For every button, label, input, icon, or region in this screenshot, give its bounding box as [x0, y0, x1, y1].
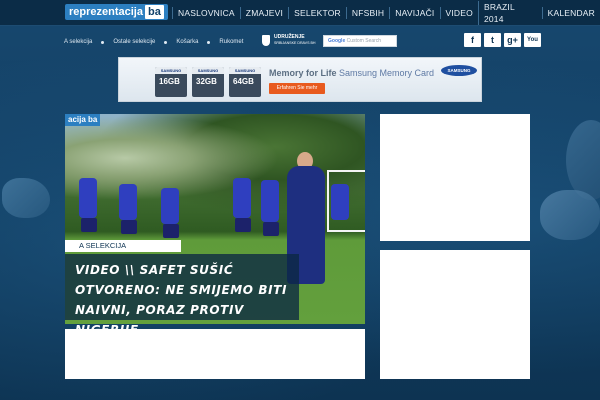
nav-item-zmajevi[interactable]: ZMAJEVI [239, 7, 288, 19]
sidebar-widget-box [380, 114, 530, 241]
facebook-icon[interactable]: f [464, 33, 481, 47]
banner-title-sub: Samsung Memory Card [339, 68, 435, 78]
card-brand: SAMSUNG [192, 67, 224, 74]
separator-dot [101, 40, 105, 44]
nav-item-kalendar[interactable]: KALENDAR [541, 7, 600, 19]
shield-icon [262, 34, 270, 46]
search-input[interactable]: Google Custom Search [323, 35, 397, 47]
card-capacity: 16GB [159, 77, 180, 86]
memory-card-16gb: SAMSUNG 16GB [155, 67, 187, 97]
feature-watermark-logo: acija ba [65, 114, 101, 126]
twitter-icon[interactable]: t [484, 33, 501, 47]
nav-item-navijaci[interactable]: NAVIJAČI [389, 7, 439, 19]
separator-dot [207, 40, 211, 44]
nav-item-brazil-2014[interactable]: BRAZIL 2014 [477, 1, 542, 25]
memory-card-64gb: SAMSUNG 64GB [229, 67, 261, 97]
site-logo[interactable]: reprezentacija ba [65, 4, 168, 20]
udruzenje-label: UDRUŽENJE SRBIJANSKE DRAVS BH [274, 34, 315, 46]
category-badge[interactable]: A SELEKCIJA [65, 240, 181, 252]
top-navigation-bar: reprezentacija ba NASLOVNICA ZMAJEVI SEL… [0, 0, 600, 26]
udruzenje-subtitle: SRBIJANSKE DRAVS BH [274, 41, 316, 45]
nav-item-nfsbih[interactable]: NFSBIH [345, 7, 389, 19]
sidebar-widget-box [380, 250, 530, 379]
nav-item-naslovnica[interactable]: NASLOVNICA [172, 7, 240, 19]
memory-card-32gb: SAMSUNG 32GB [192, 67, 224, 97]
feature-headline[interactable]: VIDEO \\ SAFET SUŠIĆ OTVORENO: NE SMIJEM… [65, 254, 299, 337]
feature-image-shorts [163, 224, 179, 238]
logo-suffix-text: ba [144, 5, 164, 19]
google-plus-icon[interactable]: g+ [504, 33, 521, 47]
logo-main-text: reprezentacija [69, 6, 143, 18]
nav-item-selektor[interactable]: SELEKTOR [288, 7, 346, 19]
nav-item-video[interactable]: VIDEO [439, 7, 478, 19]
main-navigation: NASLOVNICA ZMAJEVI SELEKTOR NFSBIH NAVIJ… [172, 0, 600, 26]
card-brand: SAMSUNG [229, 67, 261, 74]
udruzenje-link[interactable]: UDRUŽENJE SRBIJANSKE DRAVS BH [262, 33, 315, 47]
feature-image-shorts [235, 218, 251, 232]
background-player-hand [2, 178, 50, 218]
search-brand: Google [328, 38, 346, 44]
subnav-item-kosarka[interactable]: Košarka [176, 39, 198, 45]
samsung-logo: SAMSUNG [441, 65, 477, 76]
advertisement-banner[interactable]: SAMSUNG 16GB SAMSUNG 32GB SAMSUNG 64GB M… [118, 57, 482, 102]
card-capacity: 64GB [233, 77, 254, 86]
feature-image-player [161, 188, 179, 224]
feature-image-player [119, 184, 137, 220]
subnav-item-rukomet[interactable]: Rukomet [219, 39, 243, 45]
content-placeholder-box [65, 329, 365, 379]
banner-cta-button[interactable]: Erfahren Sie mehr [269, 83, 325, 94]
feature-image-player [233, 178, 251, 218]
banner-title: Memory for Life Samsung Memory Card [269, 68, 434, 78]
subnav-item-ostale-selekcije[interactable]: Ostale selekcije [113, 39, 155, 45]
card-capacity: 32GB [196, 77, 217, 86]
social-links: f t g+ You [464, 33, 541, 47]
feature-image-shorts [81, 218, 97, 232]
feature-image-shorts [263, 222, 279, 236]
feature-image-player [331, 184, 349, 220]
card-brand: SAMSUNG [155, 67, 187, 74]
search-placeholder: Custom Search [346, 38, 382, 44]
banner-title-main: Memory for Life [269, 68, 337, 78]
subnav-item-a-selekcija[interactable]: A selekcija [64, 39, 92, 45]
separator-dot [164, 40, 168, 44]
background-player-hands [540, 190, 600, 240]
sub-navigation: A selekcija Ostale selekcije Košarka Ruk… [64, 37, 243, 47]
feature-image-player [79, 178, 97, 218]
feature-image-player [261, 180, 279, 222]
youtube-icon[interactable]: You [524, 33, 541, 47]
feature-image-shorts [121, 220, 137, 234]
